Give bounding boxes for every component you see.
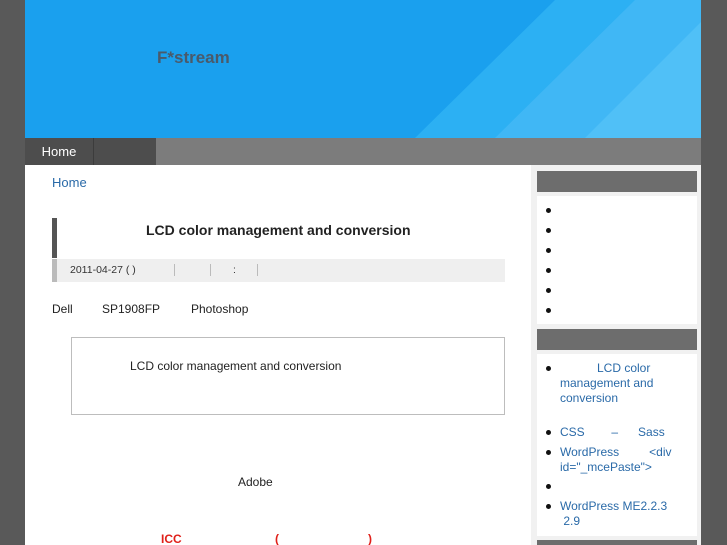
list-bullet — [546, 208, 551, 213]
list-bullet — [546, 450, 551, 455]
meta-divider — [174, 264, 175, 276]
icc-paren-close: ) — [368, 532, 372, 545]
intro-text: Photoshop — [191, 302, 249, 316]
intro-text: Dell — [52, 302, 73, 316]
list-bullet — [546, 366, 551, 371]
nav-item-2[interactable] — [94, 138, 156, 165]
sidebar-recent-post-link[interactable]: management and — [560, 376, 653, 391]
body-text: Adobe — [238, 475, 273, 489]
list-bullet — [546, 288, 551, 293]
nav-item-home[interactable]: Home — [25, 138, 93, 165]
post-title: LCD color management and conversion — [146, 222, 411, 238]
post-meta: 2011-04-27 ( ) : — [52, 259, 505, 282]
site-title[interactable]: F*stream — [157, 48, 230, 68]
sidebar-widget-1-title — [537, 171, 697, 192]
icc-paren-open: ( — [275, 532, 279, 545]
page: F*stream Home Home LCD color management … — [25, 0, 701, 545]
meta-divider — [257, 264, 258, 276]
post-meta-accent — [52, 259, 57, 282]
sidebar-widget-1 — [537, 196, 697, 324]
sidebar-recent-post-link[interactable]: WordPress ME2.2.3 — [560, 499, 667, 514]
intro-text: SP1908FP — [102, 302, 161, 316]
list-bullet — [546, 228, 551, 233]
breadcrumb-home-link[interactable]: Home — [52, 175, 87, 190]
meta-colon: : — [233, 264, 236, 276]
sidebar: LCD color management and conversion CSS … — [531, 165, 701, 545]
list-bullet — [546, 308, 551, 313]
sidebar-recent-post-link[interactable]: 2.9 — [560, 514, 580, 529]
sidebar-recent-post-link[interactable]: CSS – Sass — [560, 425, 665, 440]
list-bullet — [546, 268, 551, 273]
sidebar-widget-2-title — [537, 329, 697, 350]
list-bullet — [546, 248, 551, 253]
list-bullet — [546, 484, 551, 489]
icc-label: ICC — [161, 532, 182, 545]
list-bullet — [546, 504, 551, 509]
main-nav: Home — [25, 138, 701, 165]
meta-divider — [210, 264, 211, 276]
list-bullet — [546, 430, 551, 435]
sidebar-recent-post-link[interactable]: WordPress <div — [560, 445, 671, 460]
sidebar-recent-post-link[interactable]: LCD color — [597, 361, 650, 376]
sidebar-recent-post-link[interactable]: conversion — [560, 391, 618, 406]
related-post-box: LCD color management and conversion — [71, 337, 505, 415]
post-date: 2011-04-27 ( ) — [70, 264, 136, 276]
sidebar-widget-2: LCD color management and conversion CSS … — [537, 354, 697, 536]
sidebar-recent-post-link[interactable]: id="_mcePaste"> — [560, 460, 652, 475]
header-banner-graphic — [25, 0, 701, 138]
site-header: F*stream — [25, 0, 701, 138]
post-title-accent — [52, 218, 57, 258]
related-post-link[interactable]: LCD color management and conversion — [130, 359, 341, 373]
sidebar-widget-3-title — [537, 540, 697, 545]
